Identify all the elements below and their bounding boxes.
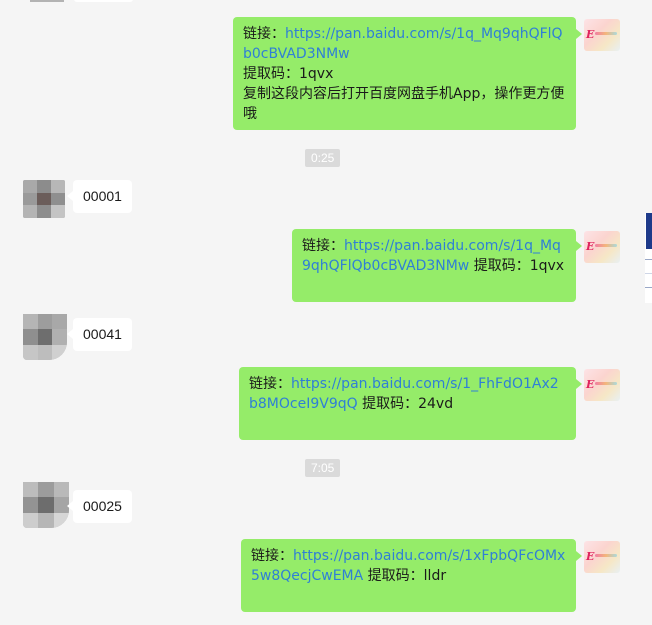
message-text: 00001	[83, 188, 122, 204]
timestamp: 7:05	[305, 459, 341, 477]
self-avatar[interactable]: E	[584, 19, 620, 51]
outgoing-message-bubble[interactable]: 链接：https://pan.baidu.com/s/1q_Mq9qhQFlQb…	[292, 229, 582, 302]
contact-avatar[interactable]	[23, 314, 67, 360]
contact-avatar[interactable]	[30, 0, 64, 2]
incoming-message-bubble[interactable]	[74, 0, 133, 2]
background-window-edge	[645, 213, 652, 303]
message-note: 复制这段内容后打开百度网盘手机App，操作更方便哦	[243, 86, 565, 122]
link-prefix: 链接：	[251, 548, 293, 564]
incoming-message-bubble[interactable]: 00041	[67, 318, 132, 351]
timestamp: 0:25	[305, 149, 341, 167]
contact-avatar[interactable]	[23, 180, 65, 218]
logo-decoration	[595, 382, 617, 385]
share-link[interactable]: https://pan.baidu.com/s/1q_Mq9qhQFlQb0cB…	[243, 26, 563, 62]
logo-decoration	[595, 32, 617, 35]
contact-avatar[interactable]	[23, 482, 69, 528]
message-text: 00041	[83, 326, 122, 342]
link-prefix: 链接：	[302, 238, 344, 254]
incoming-message-bubble[interactable]: 00025	[67, 490, 132, 523]
link-prefix: 链接：	[243, 26, 285, 42]
pink-logo-icon: E	[586, 240, 595, 253]
extraction-code: 提取码：1qvx	[243, 66, 334, 82]
outgoing-message-bubble[interactable]: 链接：https://pan.baidu.com/s/1_FhFdO1Ax2b8…	[239, 367, 582, 440]
self-avatar[interactable]: E	[584, 231, 620, 263]
incoming-message-bubble[interactable]: 00001	[67, 180, 132, 213]
logo-decoration	[595, 244, 617, 247]
chat-history[interactable]: 链接：https://pan.baidu.com/s/1q_Mq9qhQFlQb…	[0, 0, 652, 625]
pink-logo-icon: E	[586, 550, 595, 563]
outgoing-message-bubble[interactable]: 链接：https://pan.baidu.com/s/1q_Mq9qhQFlQb…	[233, 17, 582, 130]
message-text: 00025	[83, 498, 122, 514]
self-avatar[interactable]: E	[584, 369, 620, 401]
outgoing-message-bubble[interactable]: 链接：https://pan.baidu.com/s/1xFpbQFcOMx5w…	[241, 539, 582, 612]
extraction-code: 提取码：lldr	[363, 568, 447, 584]
pink-logo-icon: E	[586, 378, 595, 391]
self-avatar[interactable]: E	[584, 541, 620, 573]
extraction-code: 提取码：1qvx	[469, 258, 565, 274]
pink-logo-icon: E	[586, 28, 595, 41]
logo-decoration	[595, 554, 617, 557]
link-prefix: 链接：	[249, 376, 291, 392]
extraction-code: 提取码：24vd	[357, 396, 454, 412]
